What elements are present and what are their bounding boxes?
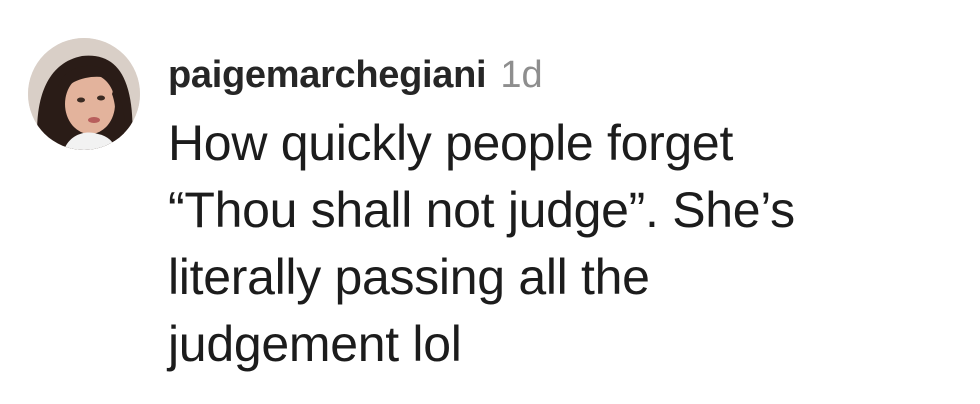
comment-header: paigemarchegiani 1d: [168, 40, 958, 110]
comment-body: paigemarchegiani 1d How quickly people f…: [168, 40, 958, 378]
comment-text-line: literally passing all the: [168, 249, 650, 305]
comment-text-line: How quickly people forget: [168, 115, 734, 171]
comment: paigemarchegiani 1d How quickly people f…: [0, 0, 980, 404]
timestamp[interactable]: 1d: [500, 54, 542, 97]
avatar[interactable]: [28, 38, 140, 150]
username-link[interactable]: paigemarchegiani: [168, 54, 487, 97]
comment-text-line: judgement lol: [168, 316, 462, 372]
comment-text: How quickly people forget “Thou shall no…: [168, 110, 958, 378]
profile-photo-icon: [28, 38, 140, 150]
comment-text-line: “Thou shall not judge”. She’s: [168, 182, 795, 238]
